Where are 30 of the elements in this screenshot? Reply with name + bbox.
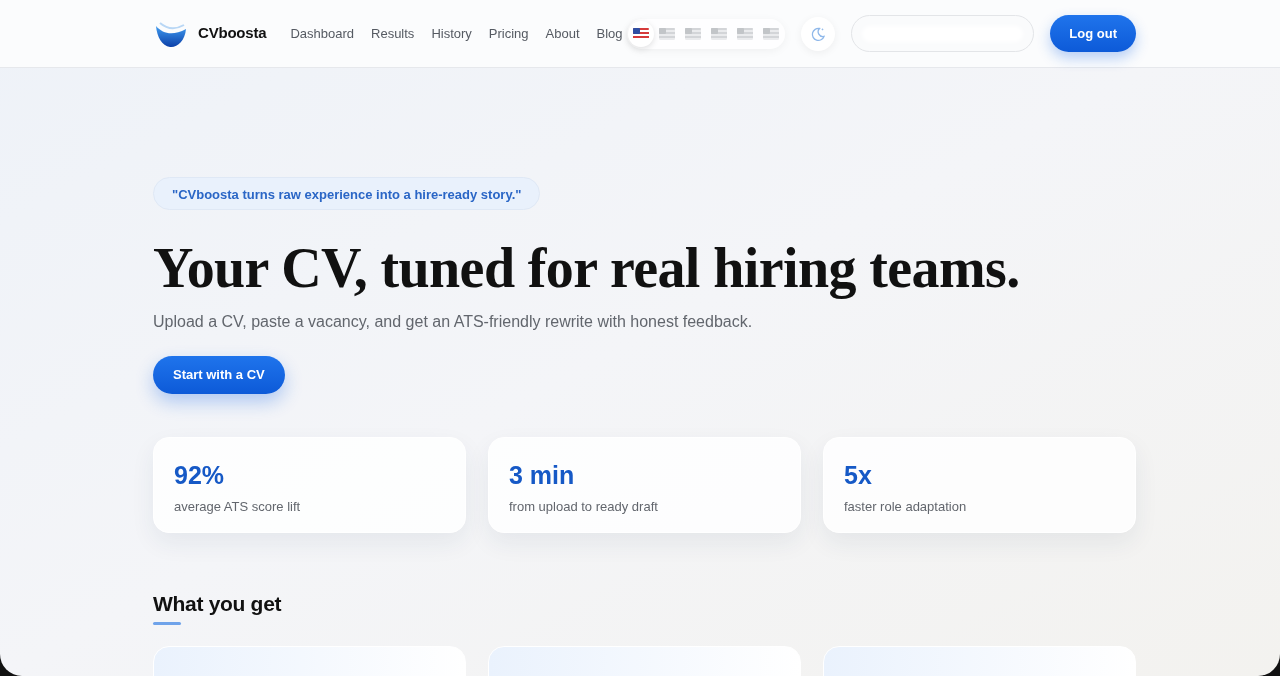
brand-name[interactable]: CVboosta (198, 22, 267, 45)
nav-link[interactable]: Dashboard (290, 23, 354, 44)
nav-link[interactable]: Results (371, 23, 415, 44)
flag-icon (763, 27, 780, 40)
flag-icon (711, 27, 728, 40)
wave-logo-icon[interactable] (155, 19, 187, 48)
hero-heading: Your CV, tuned for real hiring teams. (153, 236, 1021, 300)
nav-link[interactable]: History (431, 23, 472, 44)
section-heading: What you get (153, 591, 282, 617)
stat-value: 92% (174, 460, 226, 490)
stat-value: 5x (844, 460, 873, 490)
flag-button[interactable] (628, 20, 655, 47)
nav-link[interactable]: Blog (596, 23, 623, 44)
flag-icon (633, 27, 650, 40)
hero-subtitle: Upload a CV, paste a vacancy, and get an ATS-friendly rewrite with honest feedback. (153, 312, 754, 332)
logout-button[interactable]: Log out (1050, 15, 1136, 52)
flag-icon (659, 27, 676, 40)
quote-badge: "CVboosta turns raw experience into a hire-ready story." (153, 177, 541, 210)
stat-label: from upload to ready draft (509, 498, 659, 516)
stat-label: faster role adaptation (844, 498, 968, 516)
dark-mode-button[interactable] (801, 16, 836, 51)
flag-icon (737, 27, 754, 40)
moon-icon (810, 25, 827, 42)
stat-value: 3 min (509, 460, 576, 490)
nav-link[interactable]: About (545, 23, 580, 44)
heading-underline (153, 622, 181, 625)
start-button[interactable]: Start with a CV (153, 356, 285, 394)
flag-icon (685, 27, 702, 40)
stat-label: average ATS score lift (174, 498, 302, 516)
nav-link[interactable]: Pricing (488, 23, 529, 44)
